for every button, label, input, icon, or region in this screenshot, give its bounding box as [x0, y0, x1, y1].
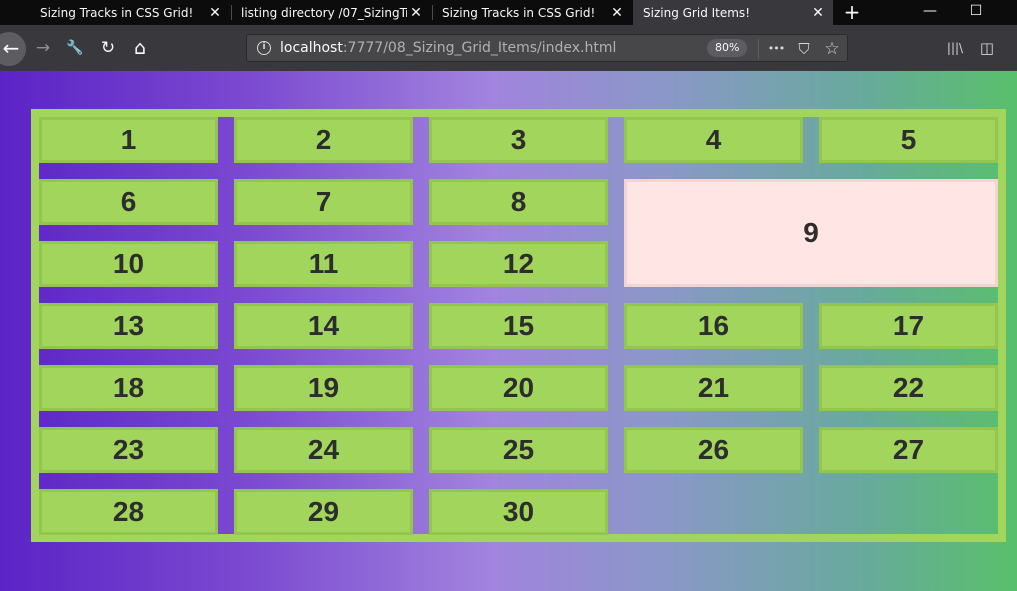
tab-title: listing directory /07_SizingTrac [241, 5, 407, 20]
pocket-icon[interactable]: ⛉ [793, 38, 815, 60]
sidebar-icon[interactable]: ◫ [976, 37, 998, 59]
grid-item: 8 [429, 179, 608, 225]
grid-item: 26 [624, 427, 803, 473]
close-icon[interactable]: ✕ [206, 5, 224, 21]
forward-button[interactable]: → [30, 35, 56, 61]
tab-sizing-tracks-2[interactable]: Sizing Tracks in CSS Grid! ✕ [432, 0, 632, 25]
grid-item: 30 [429, 489, 608, 535]
grid-item: 24 [234, 427, 413, 473]
grid-item: 1 [39, 117, 218, 163]
grid-item: 23 [39, 427, 218, 473]
page-content: 1 2 3 4 5 6 7 8 9 10 11 12 13 14 15 16 17 18 19 20 21 22 23 24 2… [0, 71, 1017, 591]
url-bar[interactable]: i localhost:7777/08_Sizing_Grid_Items/in… [246, 34, 848, 62]
grid-item: 5 [819, 117, 998, 163]
grid-item: 7 [234, 179, 413, 225]
grid-item: 3 [429, 117, 608, 163]
grid-item: 27 [819, 427, 998, 473]
grid-item: 13 [39, 303, 218, 349]
grid-item: 28 [39, 489, 218, 535]
tab-strip: Sizing Tracks in CSS Grid! ✕ listing dir… [0, 0, 1017, 25]
wrench-icon[interactable]: 🔧 [62, 35, 88, 61]
grid-item: 18 [39, 365, 218, 411]
grid-item: 16 [624, 303, 803, 349]
back-button[interactable]: ← [0, 32, 26, 66]
minimize-button[interactable]: — [907, 0, 953, 25]
grid-item: 21 [624, 365, 803, 411]
grid-item: 10 [39, 241, 218, 287]
grid-container: 1 2 3 4 5 6 7 8 9 10 11 12 13 14 15 16 17 18 19 20 21 22 23 24 2… [31, 109, 1006, 542]
grid-item: 19 [234, 365, 413, 411]
grid-item: 14 [234, 303, 413, 349]
bookmark-star-icon[interactable]: ☆ [821, 38, 843, 60]
navigation-toolbar: ← → 🔧 ↻ ⌂ i localhost:7777/08_Sizing_Gri… [0, 25, 1017, 71]
close-icon[interactable]: ✕ [608, 5, 626, 21]
grid-item: 17 [819, 303, 998, 349]
grid-item: 9 [624, 179, 998, 287]
tab-sizing-tracks-1[interactable]: Sizing Tracks in CSS Grid! ✕ [30, 0, 230, 25]
grid-item: 15 [429, 303, 608, 349]
tab-title: Sizing Tracks in CSS Grid! [40, 5, 194, 20]
home-button[interactable]: ⌂ [127, 35, 153, 61]
grid-item: 12 [429, 241, 608, 287]
info-icon[interactable]: i [257, 41, 271, 55]
url-text[interactable]: localhost:7777/08_Sizing_Grid_Items/inde… [280, 40, 616, 56]
tab-title: Sizing Grid Items! [643, 5, 750, 20]
grid-item: 20 [429, 365, 608, 411]
grid-item: 29 [234, 489, 413, 535]
grid-item: 11 [234, 241, 413, 287]
zoom-level-badge[interactable]: 80% [707, 39, 748, 57]
tab-sizing-grid-items[interactable]: Sizing Grid Items! ✕ [633, 0, 833, 25]
url-bar-divider [758, 39, 759, 59]
close-icon[interactable]: ✕ [809, 5, 827, 21]
tab-listing-directory[interactable]: listing directory /07_SizingTrac ✕ [231, 0, 431, 25]
url-path: :7777/08_Sizing_Grid_Items/index.html [342, 40, 617, 56]
new-tab-button[interactable]: + [838, 0, 866, 25]
grid-item: 25 [429, 427, 608, 473]
grid-item: 6 [39, 179, 218, 225]
tab-title: Sizing Tracks in CSS Grid! [442, 5, 596, 20]
page-actions-icon[interactable]: ••• [765, 38, 787, 60]
grid-item: 2 [234, 117, 413, 163]
grid-item: 22 [819, 365, 998, 411]
maximize-button[interactable]: ☐ [953, 0, 999, 25]
library-icon[interactable]: |||\ [944, 37, 966, 59]
reload-button[interactable]: ↻ [95, 35, 121, 61]
grid-item: 4 [624, 117, 803, 163]
close-icon[interactable]: ✕ [407, 5, 425, 21]
url-host: localhost [280, 40, 343, 56]
